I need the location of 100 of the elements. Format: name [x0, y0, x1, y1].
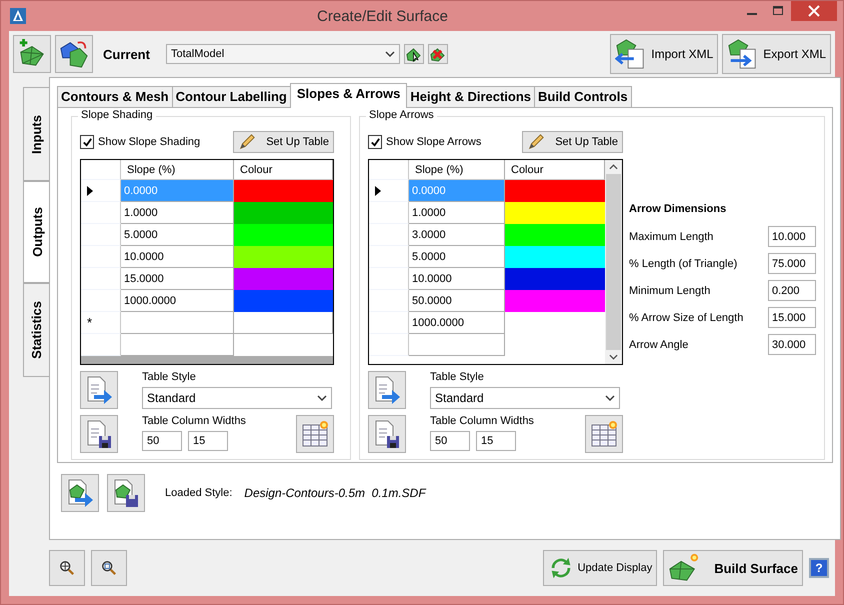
colour-swatch[interactable] — [505, 202, 605, 224]
close-icon[interactable] — [791, 1, 837, 21]
help-button[interactable]: ? — [809, 558, 829, 578]
checkbox-label: Show Slope Shading — [98, 136, 200, 148]
table-style-label: Table Style — [430, 371, 485, 383]
table-style-dropdown[interactable]: Standard — [142, 387, 332, 409]
set-up-table-button[interactable]: Set Up Table — [522, 131, 623, 153]
mesh-delete-icon — [430, 46, 446, 62]
import-xml-button[interactable]: Import XML — [610, 34, 718, 74]
colour-swatch[interactable] — [234, 290, 333, 312]
caret-icon — [384, 51, 395, 57]
table-cell[interactable] — [234, 312, 333, 334]
checkbox[interactable] — [368, 135, 382, 149]
field-label: % Length (of Triangle) — [629, 258, 738, 270]
side-tab[interactable]: Inputs — [23, 87, 49, 181]
set-current-button[interactable] — [404, 44, 424, 64]
delete-surface-button[interactable] — [428, 44, 448, 64]
scroll-down-icon[interactable] — [609, 354, 618, 360]
pencil-icon — [527, 133, 546, 151]
arrow-dimensions-title: Arrow Dimensions — [629, 203, 728, 215]
table-cell[interactable]: 1000.0000 — [409, 312, 505, 334]
new-surface-button[interactable] — [13, 35, 51, 73]
caret-icon — [317, 395, 327, 401]
input-field[interactable]: 30.000 — [768, 334, 816, 355]
checkbox[interactable] — [80, 135, 94, 149]
input-field[interactable]: 0.200 — [768, 280, 816, 301]
colour-swatch[interactable] — [234, 180, 333, 202]
loaded-style-label: Loaded Style: — [165, 487, 232, 499]
current-surface-dropdown[interactable]: TotalModel — [166, 44, 400, 64]
scroll-up-icon[interactable] — [609, 164, 618, 170]
field-label: Arrow Angle — [629, 338, 688, 350]
input-field[interactable]: 10.000 — [768, 226, 816, 247]
column-widths-label: Table Column Widths — [430, 415, 534, 427]
group-title: Slope Shading — [78, 109, 156, 121]
row-header[interactable]: * — [81, 312, 121, 334]
window-title: Create/Edit Surface — [316, 8, 449, 24]
save-style-button[interactable] — [368, 415, 406, 453]
mesh-icon — [59, 39, 89, 69]
colour-swatch[interactable] — [505, 246, 605, 268]
column-width-field[interactable]: 50 — [430, 431, 470, 451]
tab[interactable]: Build Controls — [534, 86, 632, 108]
checkbox-label: Show Slope Arrows — [386, 136, 482, 148]
input-field[interactable]: 15.000 — [768, 307, 816, 328]
field-label: Maximum Length — [629, 230, 714, 242]
zoom-extents-button[interactable] — [49, 550, 85, 586]
scroll-thumb[interactable] — [606, 174, 621, 350]
side-tab[interactable]: Outputs — [23, 181, 50, 283]
column-widths-label: Table Column Widths — [142, 415, 246, 427]
tab[interactable]: Contours & Mesh — [57, 86, 173, 108]
app-logo-icon — [10, 8, 26, 24]
table-style-dropdown[interactable]: Standard — [430, 387, 620, 409]
table-cell[interactable] — [121, 312, 234, 334]
table-cell[interactable] — [409, 334, 505, 356]
set-up-table-button[interactable]: Set Up Table — [233, 131, 334, 153]
caret-icon — [605, 395, 615, 401]
show-checkbox[interactable]: Show Slope Shading — [80, 135, 200, 149]
colour-swatch[interactable] — [505, 224, 605, 246]
colour-swatch[interactable] — [234, 224, 333, 246]
table-settings-button[interactable] — [585, 415, 623, 453]
table-style-label: Table Style — [142, 371, 197, 383]
zoom-icon — [59, 560, 75, 576]
update-display-button[interactable]: Update Display — [542, 550, 658, 586]
colour-swatch[interactable] — [234, 202, 333, 224]
tab[interactable]: Slopes & Arrows — [290, 83, 408, 108]
table-icon — [300, 419, 330, 449]
colour-swatch[interactable] — [505, 180, 605, 202]
current-label: Current — [103, 46, 150, 62]
group-title: Slope Arrows — [366, 109, 437, 121]
load-style-button[interactable] — [80, 371, 118, 409]
colour-swatch[interactable] — [234, 246, 333, 268]
edit-surface-button[interactable] — [55, 35, 93, 73]
row-header — [369, 160, 409, 180]
save-surface-style-button[interactable] — [107, 474, 145, 512]
field-label: Minimum Length — [629, 284, 710, 296]
show-checkbox[interactable]: Show Slope Arrows — [368, 135, 482, 149]
side-tab[interactable]: Statistics — [23, 283, 49, 377]
row-header — [81, 160, 121, 180]
tab[interactable]: Contour Labelling — [172, 86, 291, 108]
tab[interactable]: Height & Directions — [406, 86, 536, 108]
zoom-icon — [101, 560, 117, 576]
colour-swatch[interactable] — [505, 290, 605, 312]
loaded-style-value: Design-Contours-0.5m 0.1m.SDF — [244, 486, 426, 500]
load-surface-style-button[interactable] — [61, 474, 99, 512]
colour-swatch[interactable] — [234, 268, 333, 290]
table-settings-button[interactable] — [296, 415, 334, 453]
column-width-field[interactable]: 50 — [142, 431, 182, 451]
export-xml-button[interactable]: Export XML — [722, 34, 831, 74]
zoom-window-button[interactable] — [91, 550, 127, 586]
build-surface-button[interactable]: Build Surface — [663, 550, 803, 586]
new-row-marker: * — [87, 315, 92, 330]
input-field[interactable]: 75.000 — [768, 253, 816, 274]
column-width-field[interactable]: 15 — [476, 431, 516, 451]
pencil-icon — [238, 133, 256, 151]
table-icon — [589, 419, 619, 449]
colour-swatch[interactable] — [505, 268, 605, 290]
column-width-field[interactable]: 15 — [188, 431, 228, 451]
save-style-button[interactable] — [80, 415, 118, 453]
load-style-button[interactable] — [368, 371, 406, 409]
scrollbar[interactable] — [605, 160, 622, 364]
mesh-cursor-icon — [406, 46, 422, 62]
